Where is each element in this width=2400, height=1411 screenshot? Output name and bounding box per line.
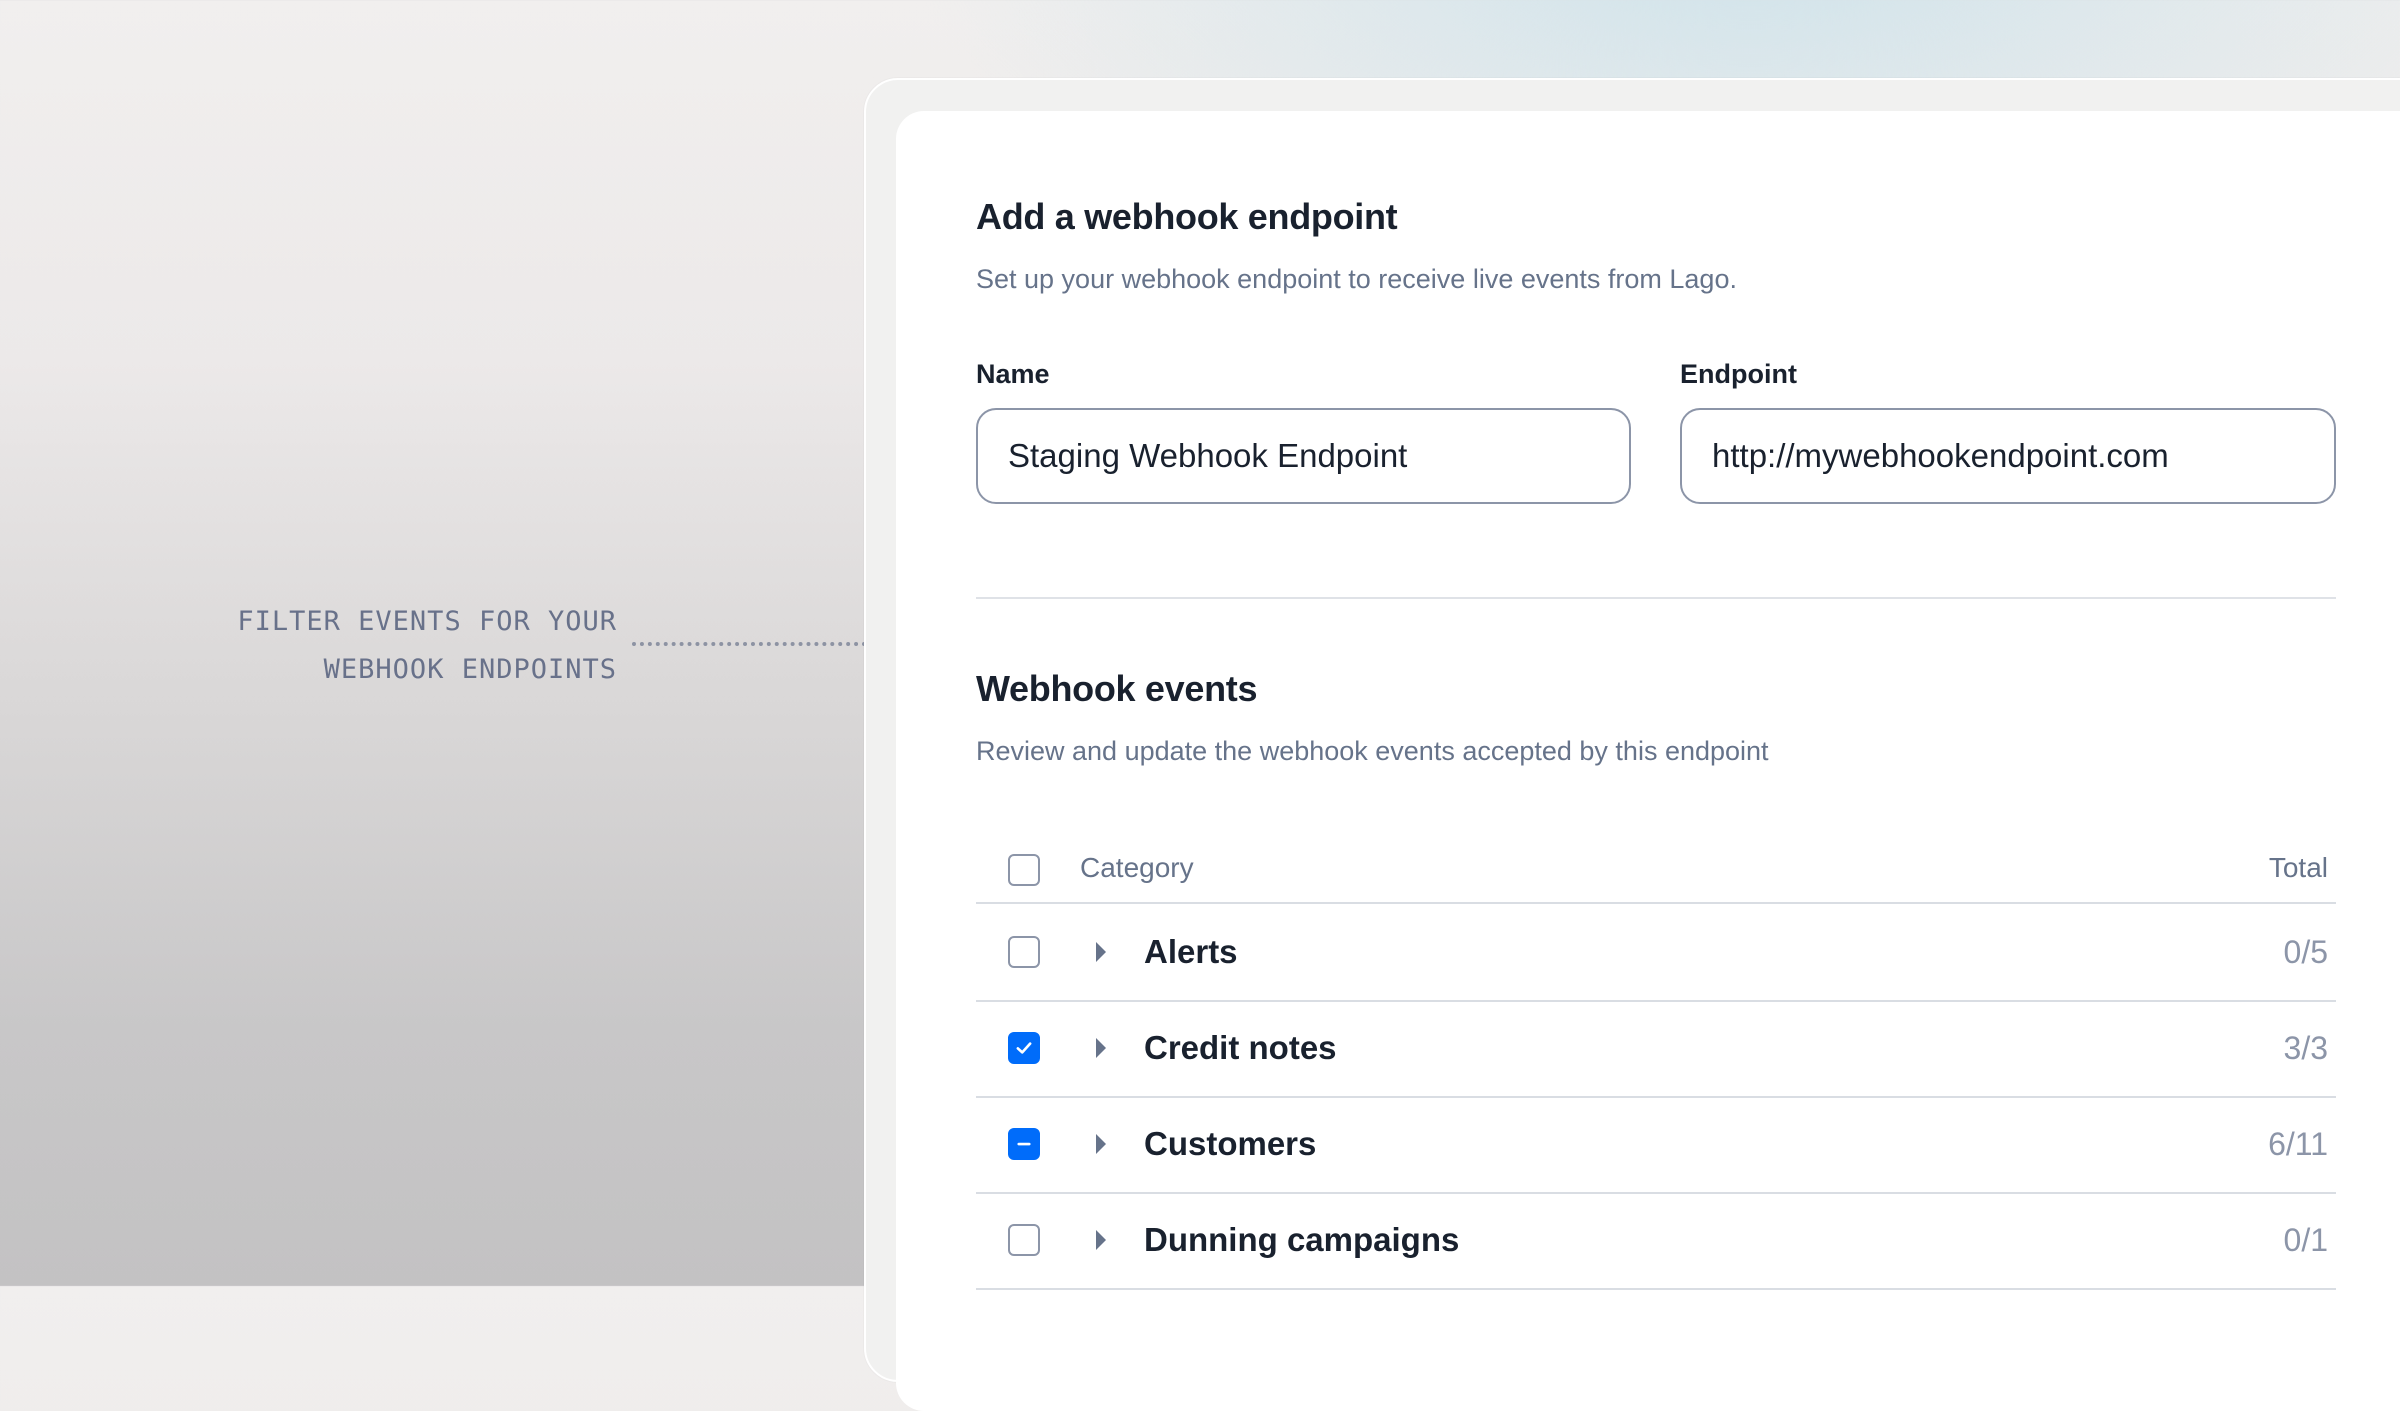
event-category-row[interactable]: Dunning campaigns 0/1 [976, 1192, 2336, 1290]
category-total: 6/11 [2268, 1126, 2328, 1162]
total-column-header: Total [2268, 852, 2328, 883]
event-category-row[interactable]: Alerts 0/5 [976, 904, 2336, 1002]
annotation: FILTER EVENTS FOR YOUR WEBHOOK ENDPOINTS [150, 598, 617, 694]
event-category-row[interactable]: Credit notes 3/3 [976, 1000, 2336, 1098]
section-divider [976, 597, 2336, 599]
events-table-header: Category Total [976, 838, 2336, 904]
annotation-line-1: FILTER EVENTS FOR YOUR [237, 606, 617, 637]
expand-caret-icon[interactable] [1094, 1228, 1108, 1252]
row-checkbox-indeterminate[interactable] [1008, 1128, 1040, 1160]
category-total: 3/3 [2283, 1030, 2328, 1066]
category-total: 0/1 [2283, 1222, 2328, 1258]
endpoint-url-input[interactable] [1680, 408, 2336, 504]
row-checkbox-checked[interactable] [1008, 1032, 1040, 1064]
expand-caret-icon[interactable] [1094, 1036, 1108, 1060]
category-column-header: Category [1080, 852, 1194, 883]
endpoint-form-description: Set up your webhook endpoint to receive … [976, 264, 1737, 294]
expand-caret-icon[interactable] [1094, 940, 1108, 964]
event-category-row[interactable]: Customers 6/11 [976, 1096, 2336, 1194]
row-checkbox[interactable] [1008, 936, 1040, 968]
category-label: Dunning campaigns [1144, 1221, 1460, 1258]
category-label: Alerts [1144, 933, 1238, 970]
select-all-checkbox[interactable] [1008, 854, 1040, 886]
events-section-title: Webhook events [976, 668, 1258, 709]
endpoint-form-title: Add a webhook endpoint [976, 196, 1398, 237]
category-label: Customers [1144, 1125, 1317, 1162]
annotation-line-2: WEBHOOK ENDPOINTS [323, 654, 617, 685]
events-section-description: Review and update the webhook events acc… [976, 736, 1769, 766]
category-label: Credit notes [1144, 1029, 1337, 1066]
minus-icon [1017, 1142, 1031, 1146]
category-total: 0/5 [2283, 934, 2328, 970]
name-input[interactable] [976, 408, 1631, 504]
name-field-label: Name [976, 359, 1050, 389]
check-icon [1016, 1042, 1032, 1054]
expand-caret-icon[interactable] [1094, 1132, 1108, 1156]
endpoint-field-label: Endpoint [1680, 359, 1797, 389]
row-checkbox[interactable] [1008, 1224, 1040, 1256]
